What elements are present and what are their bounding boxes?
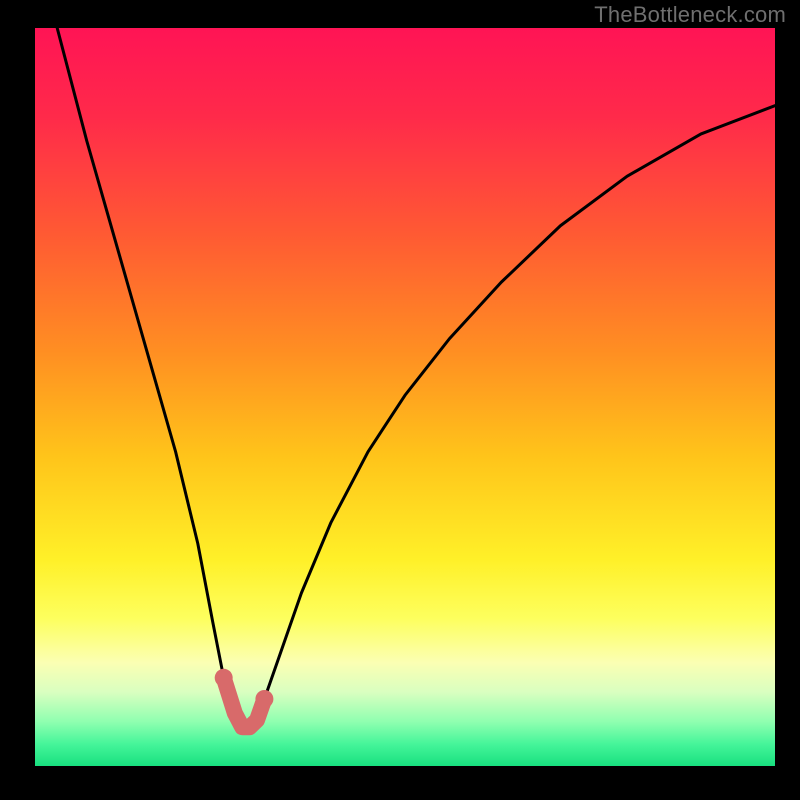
plot-area bbox=[35, 28, 775, 766]
optimal-range-end-dot bbox=[255, 690, 273, 708]
bottleneck-curve-chart bbox=[35, 28, 775, 766]
optimal-range-start-dot bbox=[215, 669, 233, 687]
watermark-text: TheBottleneck.com bbox=[594, 2, 786, 28]
chart-frame: TheBottleneck.com bbox=[0, 0, 800, 800]
